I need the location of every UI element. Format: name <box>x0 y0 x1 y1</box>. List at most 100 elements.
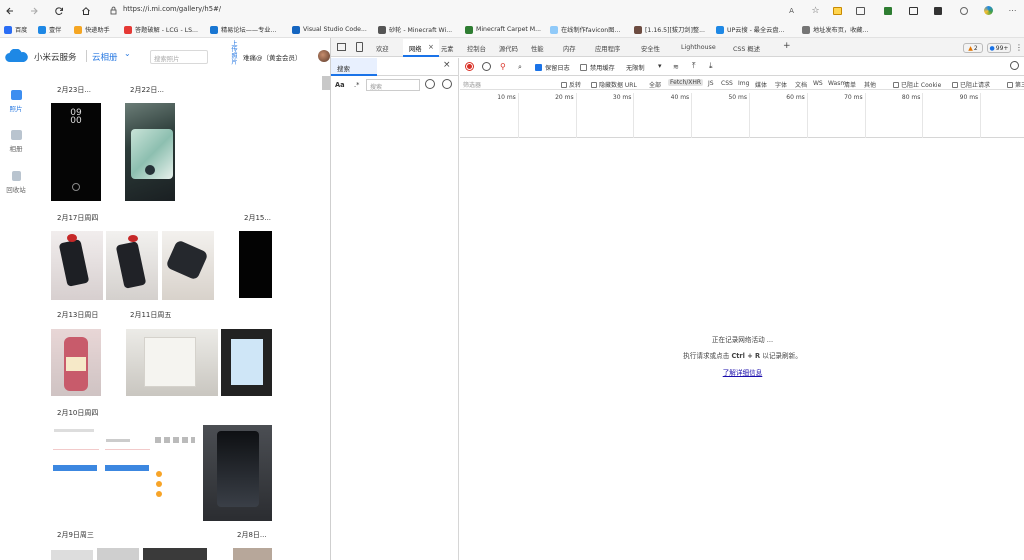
section-dropdown-chevron-icon[interactable]: ⌄ <box>124 49 131 58</box>
tab-security[interactable]: 安全性 <box>641 44 660 53</box>
address-bar[interactable]: https://i.mi.com/gallery/h5#/ <box>123 5 221 13</box>
device-emulation-icon[interactable] <box>356 42 363 52</box>
blocked-cookies-filter[interactable]: 已阻止 Cookie <box>893 80 941 89</box>
photo-phone-1[interactable] <box>51 231 103 300</box>
type-filter-6[interactable]: 字体 <box>775 80 787 89</box>
messages-counter[interactable]: ● 99+ <box>987 43 1011 53</box>
photo-movie-poster[interactable] <box>203 425 272 521</box>
favorites-icon[interactable] <box>855 5 866 16</box>
type-filter-11[interactable]: 其他 <box>864 80 876 89</box>
learn-more-link[interactable]: 了解详细信息 <box>460 367 1024 377</box>
bookmark-item[interactable]: Minecraft Carpet M... <box>465 24 547 35</box>
bookmark-item[interactable]: 砂轮 - Minecraft Wi... <box>378 24 460 35</box>
type-filter-0[interactable]: 全部 <box>649 80 661 89</box>
bookmark-item[interactable]: 答题破解 - LCG - LS... <box>124 24 204 35</box>
photo-search-input[interactable]: 搜索照片 <box>150 50 208 64</box>
network-filter-input[interactable]: 筛选器 <box>463 80 481 89</box>
photo-phone-screen[interactable] <box>221 329 272 396</box>
more-tools-add-icon[interactable]: + <box>783 41 791 51</box>
photo-app-screenshot[interactable] <box>152 425 200 521</box>
favorite-star-icon[interactable]: ☆ <box>810 5 821 16</box>
third-party-filter[interactable]: 第三 <box>1007 80 1024 89</box>
photo-row-partial-2[interactable] <box>97 548 139 560</box>
disable-cache-checkbox[interactable] <box>580 64 587 71</box>
page-scrollbar[interactable] <box>322 76 330 90</box>
bookmark-item[interactable]: [1.16.5][拔刀剑]整... <box>634 24 712 35</box>
type-filter-10[interactable]: 清单 <box>844 80 856 89</box>
network-conditions-icon[interactable]: ≋ <box>673 63 679 71</box>
upload-photo-button[interactable]: 上传照片 <box>224 40 237 65</box>
forward-icon[interactable] <box>28 5 39 16</box>
record-button[interactable] <box>465 62 474 71</box>
search-refresh-icon[interactable] <box>425 79 435 89</box>
throttle-select[interactable]: 无限制 <box>626 63 645 72</box>
collections-icon[interactable] <box>832 5 843 16</box>
tab-welcome[interactable]: 欢迎 <box>376 44 389 53</box>
type-filter-4[interactable]: Img <box>738 80 749 87</box>
read-aloud-icon[interactable]: A <box>786 5 797 16</box>
tab-icon[interactable] <box>908 5 919 16</box>
bookmark-item[interactable]: 百度 <box>4 24 38 35</box>
hide-data-urls-filter[interactable]: 隐藏数据 URL <box>591 80 637 89</box>
match-case-toggle[interactable]: Aa <box>335 81 345 89</box>
brand-name[interactable]: 小米云服务 <box>34 51 77 63</box>
user-name[interactable]: 难痛@（黄金会员） <box>243 52 302 62</box>
tab-performance[interactable]: 性能 <box>531 44 544 53</box>
clear-log-icon[interactable] <box>482 62 491 71</box>
blocked-requests-filter[interactable]: 已阻止请求 <box>952 80 990 89</box>
avatar[interactable] <box>318 50 330 62</box>
photo-phone-2[interactable] <box>106 231 158 300</box>
photo-row-partial-1[interactable] <box>51 550 93 560</box>
nav-recycle-bin[interactable]: 回收站 <box>3 171 29 194</box>
throttle-dropdown-icon[interactable]: ▾ <box>658 62 662 70</box>
type-filter-5[interactable]: 媒体 <box>755 80 767 89</box>
photo-box[interactable] <box>126 329 218 396</box>
tab-network[interactable]: 网络 <box>409 44 422 53</box>
tab-lighthouse[interactable]: Lighthouse <box>681 44 716 51</box>
bookmark-item[interactable]: 壹伴 <box>38 24 70 35</box>
bookmark-item[interactable]: 在线制作favicon图... <box>550 24 630 35</box>
back-icon[interactable] <box>4 5 15 16</box>
photo-phone-3[interactable] <box>162 231 214 300</box>
export-har-icon[interactable]: ⤓ <box>709 61 713 71</box>
inspect-element-icon[interactable] <box>337 43 346 51</box>
photo-phone-case[interactable] <box>51 329 101 396</box>
close-network-tab-icon[interactable]: × <box>428 43 434 51</box>
section-switch[interactable]: 云相册 <box>92 51 118 63</box>
tab-css-overview[interactable]: CSS 概述 <box>733 44 760 53</box>
import-har-icon[interactable]: ⤒ <box>692 61 696 71</box>
invert-filter[interactable]: 反转 <box>561 80 581 89</box>
extension-icon[interactable] <box>882 5 893 16</box>
tab-application[interactable]: 应用程序 <box>595 44 620 53</box>
photo-black-screen[interactable] <box>239 231 272 298</box>
bookmark-item[interactable]: Visual Studio Code... <box>292 24 372 35</box>
tab-elements[interactable]: 元素 <box>441 44 454 53</box>
nav-photos[interactable]: 照片 <box>3 90 29 113</box>
close-search-drawer-icon[interactable]: × <box>443 60 451 70</box>
search-drawer-tab[interactable]: 搜索 <box>331 58 377 76</box>
nav-albums[interactable]: 相册 <box>3 130 29 153</box>
puzzle-extension-icon[interactable] <box>932 5 943 16</box>
photo-lockscreen[interactable]: 09 00 <box>51 103 101 201</box>
bookmark-item[interactable]: UP云搜 - 最全云盘... <box>716 24 796 35</box>
preserve-log-checkbox[interactable] <box>535 64 542 71</box>
bookmark-item[interactable]: 地址发布页，收藏... <box>802 24 884 35</box>
type-filter-1[interactable]: Fetch/XHR <box>668 79 704 86</box>
more-menu-icon[interactable]: ⋯ <box>1007 5 1018 16</box>
home-icon[interactable] <box>80 5 91 16</box>
bookmark-item[interactable]: 精易论坛——专业... <box>210 24 288 35</box>
history-icon[interactable] <box>958 5 969 16</box>
search-network-icon[interactable]: ⌕ <box>518 63 522 72</box>
refresh-icon[interactable] <box>53 5 64 16</box>
devtools-more-icon[interactable]: ⋮ <box>1015 43 1023 52</box>
type-filter-2[interactable]: JS <box>708 80 714 87</box>
bookmark-item[interactable]: 快递助手 <box>74 24 116 35</box>
devtools-search-input[interactable]: 搜索 <box>366 79 420 91</box>
photo-map-phone[interactable] <box>125 103 175 201</box>
edge-copilot-icon[interactable] <box>983 5 994 16</box>
regex-toggle[interactable]: .* <box>354 81 359 89</box>
search-clear-icon[interactable] <box>442 79 452 89</box>
type-filter-7[interactable]: 文档 <box>795 80 807 89</box>
photo-row-partial-4[interactable] <box>233 548 272 560</box>
photo-row-partial-3[interactable] <box>143 548 207 560</box>
